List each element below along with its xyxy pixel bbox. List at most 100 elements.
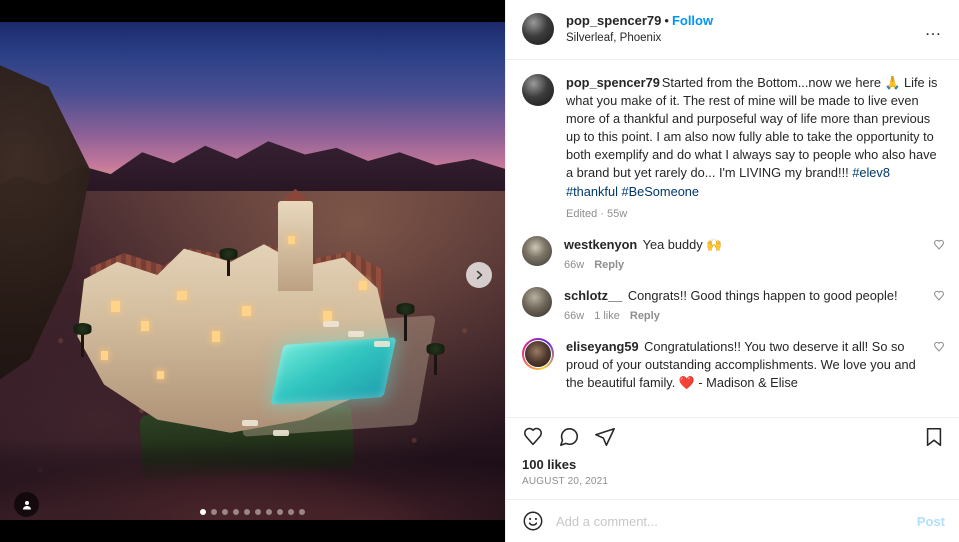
lit-window: [212, 330, 221, 342]
bookmark-icon: [926, 427, 942, 447]
palm-tree: [395, 302, 416, 341]
save-button[interactable]: [923, 426, 945, 448]
caption-entry: pop_spencer79 Started from the Bottom...n…: [522, 73, 945, 220]
lit-window: [242, 305, 252, 316]
share-icon: [595, 427, 615, 447]
carousel-dot[interactable]: [299, 509, 305, 515]
comments-scroll-area[interactable]: pop_spencer79 Started from the Bottom...n…: [506, 60, 959, 417]
comment-text-block: westkenyon Yea buddy 🙌: [564, 236, 925, 254]
heart-icon: [934, 239, 944, 250]
carousel-dot[interactable]: [288, 509, 294, 515]
carousel-dot[interactable]: [277, 509, 283, 515]
lit-window: [287, 236, 295, 245]
comment-item: schlotz__ Congrats!! Good things happen …: [522, 286, 945, 322]
avatar[interactable]: [522, 286, 552, 317]
heart-icon: [934, 290, 944, 301]
add-comment-bar: Post: [506, 499, 959, 542]
caption-username[interactable]: pop_spencer79: [566, 75, 660, 90]
avatar[interactable]: [522, 235, 552, 266]
lit-window: [111, 300, 121, 312]
carousel-dot[interactable]: [200, 509, 206, 515]
palm-tree: [71, 322, 93, 357]
header-separator: •: [664, 13, 669, 28]
post-media[interactable]: [0, 0, 505, 542]
carousel-dot[interactable]: [233, 509, 239, 515]
caption-text-block: pop_spencer79 Started from the Bottom...n…: [566, 74, 945, 201]
more-options-icon[interactable]: …: [923, 21, 946, 38]
palm-tree: [218, 248, 240, 277]
comment-username[interactable]: schlotz__: [564, 288, 622, 303]
share-button[interactable]: [594, 426, 616, 448]
emoji-icon: [523, 511, 543, 531]
lit-window: [156, 370, 164, 379]
heart-icon: [524, 427, 542, 446]
avatar[interactable]: [522, 73, 554, 106]
post-author-username[interactable]: pop_spencer79: [566, 13, 661, 28]
next-slide-button[interactable]: [466, 262, 492, 288]
comment-like-button[interactable]: [933, 338, 945, 392]
comment-meta: 66w Reply: [564, 259, 925, 271]
comment-text: Congrats!! Good things happen to good pe…: [627, 287, 898, 303]
comment-item: westkenyon Yea buddy 🙌 66w Reply: [522, 235, 945, 271]
post-header: pop_spencer79 • Follow Silverleaf, Phoenix…: [506, 0, 959, 60]
lit-window: [323, 310, 333, 321]
lit-window: [358, 280, 367, 290]
comment-like-button[interactable]: [933, 236, 945, 271]
comment-text-block: eliseyang59 Congratulations!! You two de…: [566, 338, 925, 392]
avatar-with-story-ring[interactable]: [522, 338, 554, 371]
palm-tree: [425, 342, 447, 375]
comment-username[interactable]: westkenyon: [564, 237, 637, 252]
lounge-chair: [348, 330, 365, 337]
post-date: AUGUST 20, 2021: [522, 476, 609, 487]
lounge-chair: [242, 420, 259, 427]
swimming-pool: [270, 336, 397, 405]
header-text: pop_spencer79 • Follow Silverleaf, Phoenix: [566, 13, 713, 46]
follow-button[interactable]: Follow: [672, 13, 713, 28]
villa-tower: [277, 201, 314, 291]
lounge-chair: [272, 430, 289, 437]
carousel-dot[interactable]: [211, 509, 217, 515]
comment-text: Yea buddy 🙌: [642, 236, 723, 252]
comment-time: 66w: [564, 258, 585, 271]
comment-meta: 66w 1 like Reply: [564, 310, 925, 322]
lit-window: [101, 350, 108, 360]
lit-window: [176, 290, 187, 300]
comment-body: eliseyang59 Congratulations!! You two de…: [566, 338, 925, 392]
avatar[interactable]: [522, 13, 554, 46]
carousel-dots: [0, 509, 505, 515]
comment-item: eliseyang59 Congratulations!! You two de…: [522, 338, 945, 392]
post-comment-button[interactable]: Post: [917, 514, 945, 529]
instagram-post: pop_spencer79 • Follow Silverleaf, Phoenix…: [0, 0, 959, 542]
caption-meta: Edited · 55w: [566, 207, 628, 220]
lounge-chair: [373, 340, 390, 347]
carousel-dot[interactable]: [255, 509, 261, 515]
carousel-dot[interactable]: [244, 509, 250, 515]
likes-count[interactable]: 100 likes: [522, 457, 945, 472]
comment-body: westkenyon Yea buddy 🙌 66w Reply: [564, 236, 925, 271]
action-icon-row: [522, 426, 945, 448]
lounge-chair: [323, 320, 340, 327]
post-location[interactable]: Silverleaf, Phoenix: [566, 31, 713, 45]
post-sidebar: pop_spencer79 • Follow Silverleaf, Phoenix…: [505, 0, 959, 542]
comment-button[interactable]: [558, 426, 580, 448]
comment-username[interactable]: eliseyang59: [566, 339, 639, 354]
comment-likes[interactable]: 1 like: [594, 310, 620, 322]
emoji-picker-button[interactable]: [522, 510, 544, 532]
carousel-dot[interactable]: [222, 509, 228, 515]
carousel-dot[interactable]: [266, 509, 272, 515]
add-comment-input[interactable]: [556, 513, 917, 529]
comment-icon: [559, 428, 579, 447]
comment-body: schlotz__ Congrats!! Good things happen …: [564, 287, 925, 322]
comment-reply-button[interactable]: Reply: [630, 310, 660, 322]
comment-time: 66w: [564, 310, 585, 323]
post-photo[interactable]: [0, 22, 505, 520]
comment-reply-button[interactable]: Reply: [594, 259, 624, 271]
lit-window: [141, 320, 150, 331]
chevron-right-icon: [476, 270, 483, 280]
caption-body: pop_spencer79 Started from the Bottom...n…: [566, 74, 945, 220]
post-actions: 100 likes AUGUST 20, 2021: [506, 417, 959, 499]
like-button[interactable]: [522, 426, 544, 448]
heart-icon: [934, 341, 944, 352]
comment-like-button[interactable]: [933, 287, 945, 322]
header-username-row: pop_spencer79 • Follow: [566, 13, 713, 29]
